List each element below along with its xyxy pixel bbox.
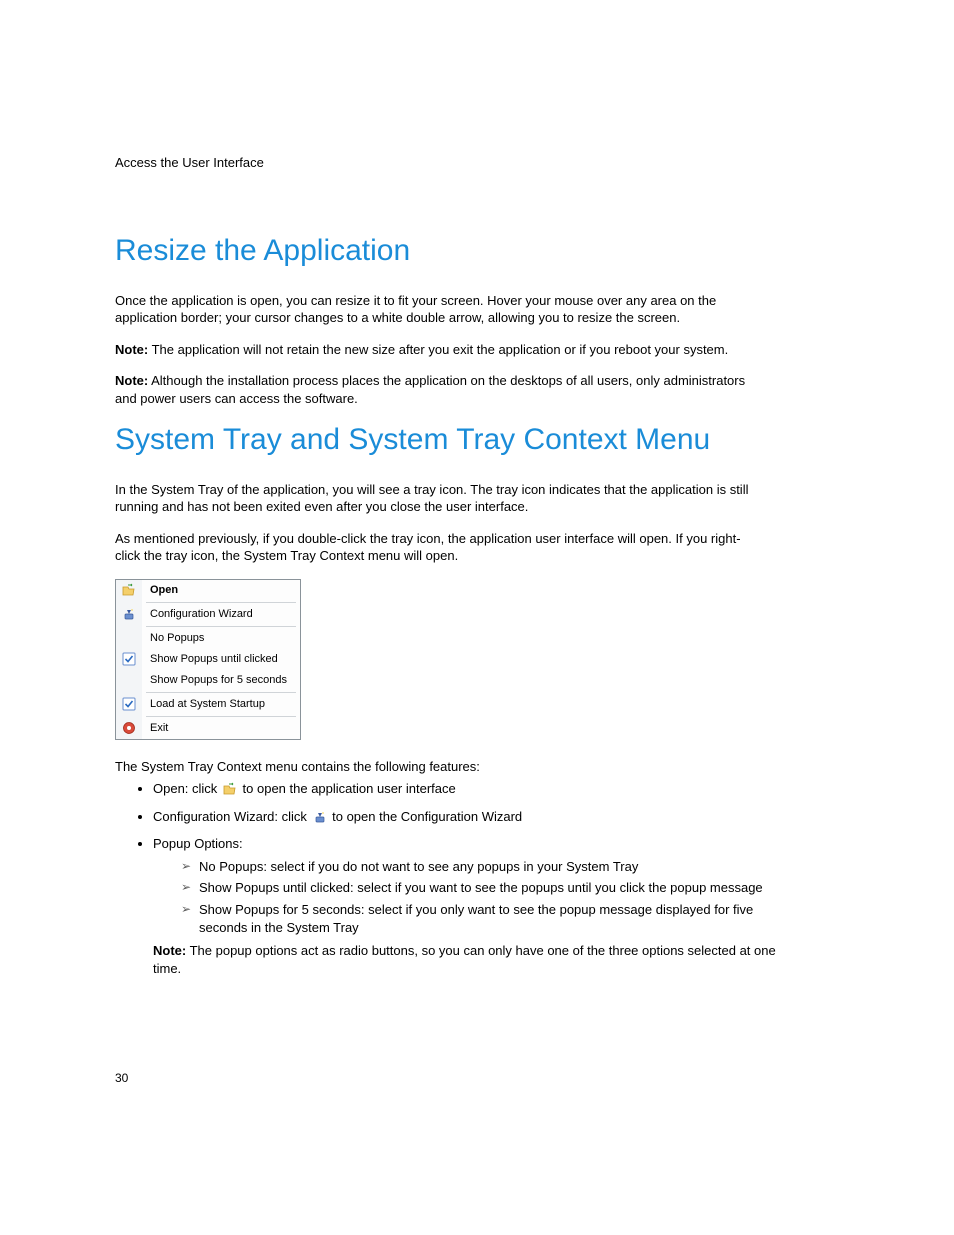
menu-item-no-popups: No Popups [116,628,300,649]
exit-icon [122,721,136,735]
feature-list: Open: click to open the application user… [115,779,793,977]
page-number: 30 [115,1071,128,1085]
paragraph: As mentioned previously, if you double-c… [115,530,755,565]
feature-popup: Popup Options: [153,836,243,851]
list-item: Show Popups until clicked: select if you… [181,879,793,897]
feature-config-pre: Configuration Wizard: click [153,809,311,824]
paragraph: In the System Tray of the application, y… [115,481,755,516]
menu-item-label: Load at System Startup [142,698,265,710]
note-label: Note: [153,943,186,958]
menu-item-label: Show Popups for 5 seconds [142,674,287,686]
heading-resize: Resize the Application [115,232,839,270]
note-paragraph: Note: The application will not retain th… [115,341,755,359]
feature-open-pre: Open: click [153,781,221,796]
wizard-icon [313,810,327,830]
list-item: Popup Options: No Popups: select if you … [153,834,793,977]
context-menu-screenshot: Open Configuration Wizard No Popups Show… [115,579,301,740]
feature-open-post: to open the application user interface [239,781,456,796]
open-icon [122,583,136,597]
note-paragraph: Note: The popup options act as radio but… [153,942,793,977]
note-paragraph: Note: Although the installation process … [115,372,755,407]
feature-config-post: to open the Configuration Wizard [329,809,523,824]
menu-item-label: Exit [142,722,168,734]
note-text: The popup options act as radio buttons, … [153,943,776,976]
menu-item-show-5: Show Popups for 5 seconds [116,670,300,691]
menu-item-show-until: Show Popups until clicked [116,649,300,670]
menu-item-load-startup: Load at System Startup [116,694,300,715]
paragraph: The System Tray Context menu contains th… [115,758,755,776]
list-item: No Popups: select if you do not want to … [181,858,793,876]
menu-item-open: Open [116,580,300,601]
list-item: Configuration Wizard: click to open the … [153,807,793,830]
note-label: Note: [115,342,148,357]
menu-item-exit: Exit [116,718,300,739]
popup-sublist: No Popups: select if you do not want to … [153,858,793,936]
note-label: Note: [115,373,148,388]
list-item: Show Popups for 5 seconds: select if you… [181,901,793,936]
note-text: Although the installation process places… [115,373,745,406]
check-icon [122,652,136,666]
menu-item-label: Show Popups until clicked [142,653,278,665]
paragraph: Once the application is open, you can re… [115,292,755,327]
menu-item-label: No Popups [142,632,204,644]
open-icon [223,782,237,802]
check-icon [122,697,136,711]
menu-item-label: Open [142,584,178,596]
note-text: The application will not retain the new … [148,342,728,357]
heading-system-tray: System Tray and System Tray Context Menu [115,421,839,459]
document-page: Access the User Interface Resize the App… [0,0,954,1235]
menu-item-label: Configuration Wizard [142,608,253,620]
wizard-icon [122,607,136,621]
list-item: Open: click to open the application user… [153,779,793,802]
menu-item-config: Configuration Wizard [116,604,300,625]
page-header: Access the User Interface [115,155,839,170]
